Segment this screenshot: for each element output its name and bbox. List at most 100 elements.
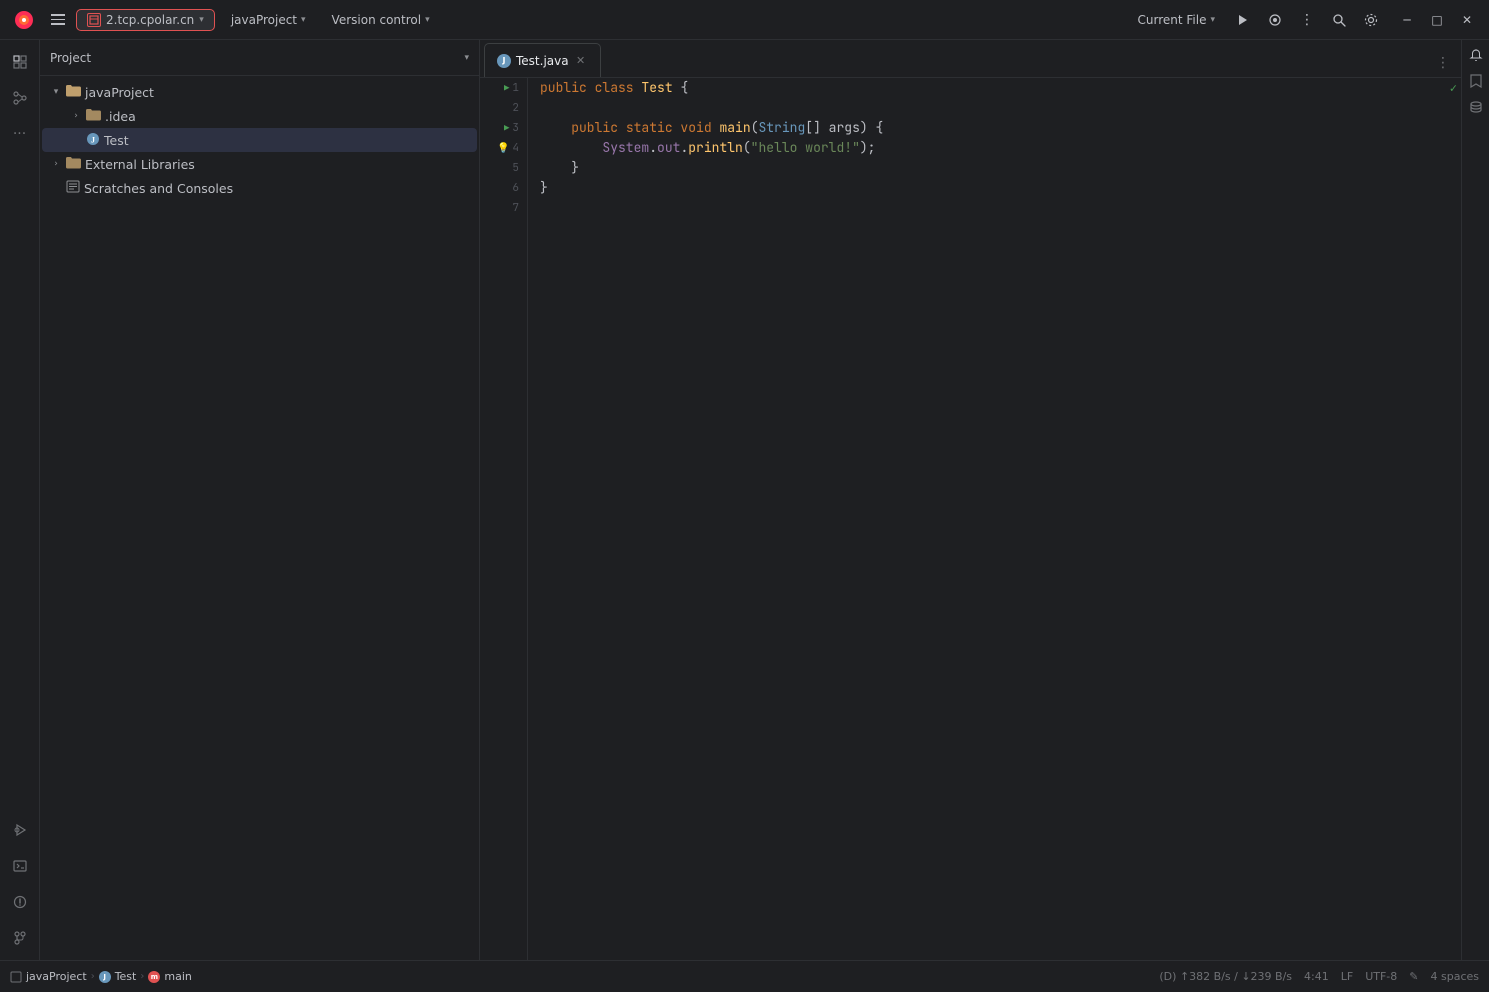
- current-file-label: Current File: [1138, 13, 1207, 27]
- indent-stat[interactable]: 4 spaces: [1431, 970, 1480, 983]
- folder-icon-external-libs: [66, 156, 81, 172]
- token-void: void: [680, 118, 719, 138]
- more-tools-button[interactable]: ···: [4, 118, 36, 150]
- gutter-line-1: ▶ 1: [480, 78, 527, 98]
- title-bar-right: Current File ▾ ⋮: [1128, 6, 1482, 34]
- breadcrumb-method[interactable]: m main: [148, 970, 191, 983]
- network-stat[interactable]: (D) ↑382 B/s / ↓239 B/s: [1159, 970, 1292, 983]
- breadcrumb-file[interactable]: J Test: [99, 970, 137, 983]
- problems-button[interactable]: [4, 886, 36, 918]
- tabs-more-icon: ⋮: [1436, 55, 1450, 71]
- panel-title: Project: [50, 51, 460, 65]
- token-paren2: (: [743, 138, 751, 158]
- tab-java-icon: J: [497, 54, 511, 68]
- tree-item-scratches[interactable]: › Scratches and Consoles: [42, 176, 477, 200]
- tab-test-java[interactable]: J Test.java ✕: [484, 43, 601, 77]
- code-line-6: }: [540, 178, 1437, 198]
- hamburger-menu[interactable]: [46, 8, 70, 32]
- tree-item-idea[interactable]: › .idea: [42, 104, 477, 128]
- jetbrains-logo[interactable]: [8, 4, 40, 36]
- java-project-arrow: ▾: [301, 15, 306, 25]
- project-tab-arrow: ▾: [199, 15, 204, 25]
- bookmark-button[interactable]: [1465, 70, 1487, 92]
- structure-view-button[interactable]: [4, 82, 36, 114]
- token-system: System: [602, 138, 649, 158]
- run-configurations-button[interactable]: [4, 814, 36, 846]
- token-indent5: }: [540, 158, 579, 178]
- code-content[interactable]: public class Test { public static void m…: [528, 78, 1449, 960]
- gutter-line-4: 💡 4: [480, 138, 527, 158]
- version-control-label: Version control: [332, 13, 422, 27]
- token-close4: );: [860, 138, 876, 158]
- status-bar: javaProject › J Test › m main (D) ↑382 B…: [0, 960, 1489, 992]
- line-number-6: 6: [512, 178, 519, 198]
- breadcrumb-project[interactable]: javaProject: [10, 970, 87, 983]
- tab-close-button[interactable]: ✕: [574, 54, 588, 68]
- close-button[interactable]: ✕: [1453, 6, 1481, 34]
- more-tools-icon: ···: [13, 126, 26, 142]
- line-number-3: 3: [512, 118, 519, 138]
- token-class: class: [595, 78, 642, 98]
- project-tab[interactable]: 2.tcp.cpolar.cn ▾: [76, 9, 215, 31]
- line-number-7: 7: [512, 198, 519, 218]
- token-classname: Test: [641, 78, 680, 98]
- encoding-stat[interactable]: UTF-8: [1365, 970, 1397, 983]
- settings-button[interactable]: [1357, 6, 1385, 34]
- gutter-line-5: 5: [480, 158, 527, 178]
- notifications-button[interactable]: [1465, 44, 1487, 66]
- debug-button[interactable]: [1261, 6, 1289, 34]
- project-view-button[interactable]: [4, 46, 36, 78]
- status-bar-left: javaProject › J Test › m main: [10, 970, 1151, 983]
- right-sidebar: [1461, 40, 1489, 960]
- current-file-dropdown[interactable]: Current File ▾: [1128, 10, 1226, 30]
- java-project-menu[interactable]: javaProject ▾: [221, 10, 316, 30]
- run-gutter-icon-1[interactable]: ▶: [504, 78, 509, 98]
- token-paren1: (: [751, 118, 759, 138]
- database-button[interactable]: [1465, 96, 1487, 118]
- git-button[interactable]: [4, 922, 36, 954]
- cursor-stat[interactable]: 4:41: [1304, 970, 1329, 983]
- tree-item-external-libs[interactable]: › External Libraries: [42, 152, 477, 176]
- version-control-arrow: ▾: [425, 15, 430, 25]
- breadcrumb-project-label: javaProject: [26, 970, 87, 983]
- code-line-1: public class Test {: [540, 78, 1437, 98]
- minimize-button[interactable]: ─: [1393, 6, 1421, 34]
- token-public-3: public: [571, 118, 626, 138]
- hamburger-line: [51, 23, 65, 25]
- line-ending-stat[interactable]: LF: [1341, 970, 1353, 983]
- breadcrumb-file-icon: J: [99, 971, 111, 983]
- breadcrumb-sep-1: ›: [91, 971, 95, 982]
- tree-label-javaProject: javaProject: [85, 85, 469, 100]
- hamburger-line: [51, 14, 65, 16]
- left-icon-bar: ···: [0, 40, 40, 960]
- tab-label: Test.java: [516, 54, 569, 68]
- code-line-2: [540, 98, 1437, 118]
- code-line-4: System.out.println("hello world!");: [540, 138, 1437, 158]
- search-button[interactable]: [1325, 6, 1353, 34]
- project-tab-icon: [87, 13, 101, 27]
- more-options-button[interactable]: ⋮: [1293, 6, 1321, 34]
- writable-icon: ✎: [1409, 970, 1418, 983]
- title-bar-left: 2.tcp.cpolar.cn ▾ javaProject ▾ Version …: [8, 4, 1122, 36]
- run-gutter-icon-3[interactable]: ▶: [504, 118, 509, 138]
- tabs-more-button[interactable]: ⋮: [1429, 49, 1457, 77]
- version-control-menu[interactable]: Version control ▾: [322, 10, 440, 30]
- gutter: ▶ 1 2 ▶ 3 💡 4 5 6: [480, 78, 528, 960]
- token-static: static: [626, 118, 681, 138]
- tree-arrow-idea: ›: [70, 111, 82, 121]
- token-dot1: .: [649, 138, 657, 158]
- title-bar: 2.tcp.cpolar.cn ▾ javaProject ▾ Version …: [0, 0, 1489, 40]
- token-brace1: {: [680, 78, 688, 98]
- java-icon-test: J: [86, 132, 100, 149]
- code-editor[interactable]: ▶ 1 2 ▶ 3 💡 4 5 6: [480, 78, 1461, 960]
- tree-item-javaProject[interactable]: ▾ javaProject: [42, 80, 477, 104]
- maximize-button[interactable]: □: [1423, 6, 1451, 34]
- code-line-3: public static void main(String[] args) {: [540, 118, 1437, 138]
- folder-icon-javaProject: [66, 84, 81, 100]
- run-button[interactable]: [1229, 6, 1257, 34]
- terminal-button[interactable]: [4, 850, 36, 882]
- tree-label-external-libs: External Libraries: [85, 157, 469, 172]
- maximize-icon: □: [1431, 13, 1442, 27]
- tree-item-test[interactable]: › J Test: [42, 128, 477, 152]
- tree-arrow-external-libs: ›: [50, 159, 62, 169]
